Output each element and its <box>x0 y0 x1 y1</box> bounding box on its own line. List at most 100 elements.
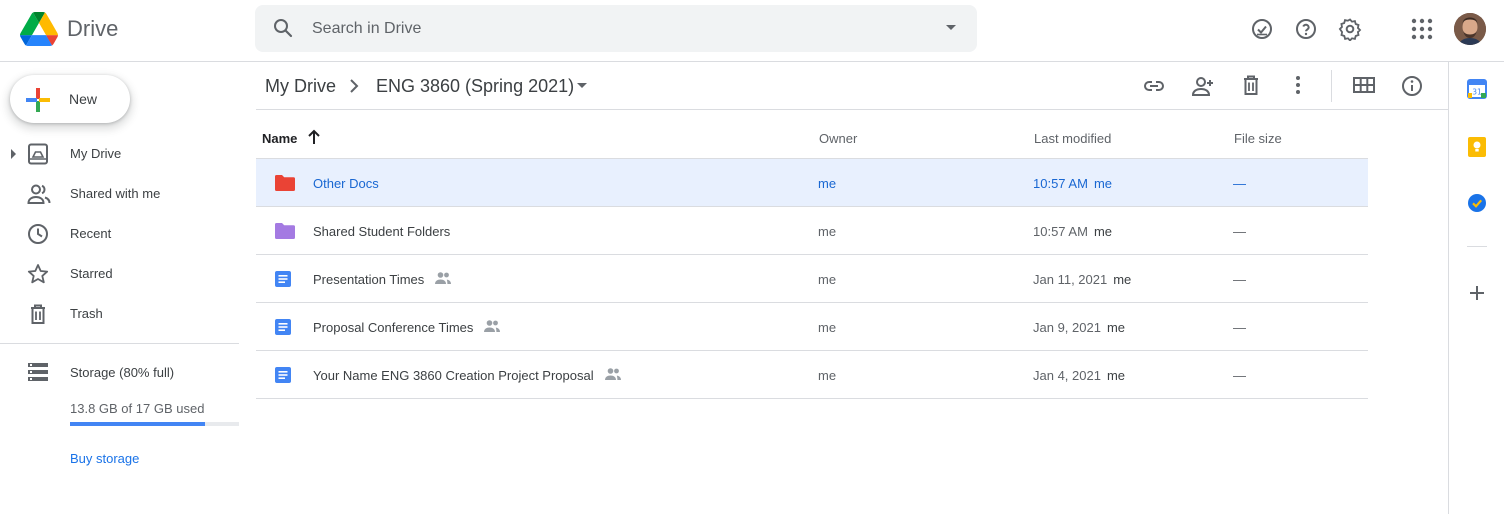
breadcrumb-my-drive[interactable]: My Drive <box>265 76 336 97</box>
people-icon <box>27 183 51 205</box>
shared-people-icon <box>483 319 501 333</box>
modified-by: me <box>1106 320 1126 335</box>
account-avatar[interactable] <box>1454 13 1486 45</box>
modified-by: me <box>1113 272 1132 287</box>
get-link-icon[interactable] <box>1142 74 1166 98</box>
shared-people-icon <box>434 271 452 285</box>
sidebar-item-label: Shared with me <box>70 186 161 201</box>
file-name: Presentation Times <box>313 272 425 287</box>
star-icon <box>27 263 49 285</box>
file-size: — <box>1233 176 1246 191</box>
modified-date: 10:57 AM <box>1033 224 1088 239</box>
modified-by: me <box>1093 224 1112 239</box>
toolbar-divider <box>1331 70 1332 102</box>
storage-progress-bar <box>70 422 239 426</box>
storage-icon <box>27 362 49 382</box>
google-docs-icon <box>274 366 292 384</box>
calendar-icon[interactable]: 31 <box>1467 79 1487 99</box>
search-bar[interactable]: Search in Drive <box>255 5 977 52</box>
expand-caret-icon[interactable] <box>11 149 16 159</box>
modified-date: Jan 11, 2021 <box>1033 272 1108 287</box>
google-docs-icon <box>274 318 292 336</box>
buy-storage-link[interactable]: Buy storage <box>70 451 139 466</box>
file-size: — <box>1233 320 1246 335</box>
tasks-icon[interactable] <box>1467 193 1487 213</box>
app-name: Drive <box>67 16 119 41</box>
column-header-name[interactable]: Name <box>262 131 297 146</box>
column-header-owner[interactable]: Owner <box>819 131 857 146</box>
trash-icon <box>27 303 49 325</box>
folder-menu-dropdown-icon[interactable] <box>576 82 588 90</box>
more-options-icon[interactable] <box>1287 74 1309 96</box>
side-panel: 31 <box>1448 62 1504 514</box>
grid-view-icon[interactable] <box>1352 74 1376 96</box>
top-header: Drive Search in Drive <box>0 0 1504 62</box>
trash-icon[interactable] <box>1240 74 1262 96</box>
new-button[interactable]: New <box>10 75 130 123</box>
folder-icon <box>274 174 296 192</box>
share-add-person-icon[interactable] <box>1191 74 1215 98</box>
file-last-modified: Jan 9, 2021 me <box>1033 320 1125 335</box>
new-button-label: New <box>69 91 98 107</box>
file-name: Your Name ENG 3860 Creation Project Prop… <box>313 368 594 383</box>
google-docs-icon <box>274 270 292 288</box>
file-name: Other Docs <box>313 176 379 191</box>
table-row[interactable]: Proposal Conference Times me Jan 9, 2021 me… <box>256 303 1368 351</box>
sidebar-item-shared-with-me[interactable]: Shared with me <box>0 174 240 214</box>
file-last-modified: 10:57 AM me <box>1033 224 1112 239</box>
file-owner: me <box>818 368 837 383</box>
sidebar-item-recent[interactable]: Recent <box>0 214 240 254</box>
help-icon[interactable] <box>1294 17 1318 41</box>
plus-icon <box>25 87 51 113</box>
modified-date: Jan 4, 2021 <box>1033 368 1101 383</box>
file-owner: me <box>818 320 837 335</box>
ready-offline-icon[interactable] <box>1250 17 1274 41</box>
file-size: — <box>1233 368 1246 383</box>
table-row[interactable]: Presentation Times me Jan 11, 2021 me — <box>256 255 1368 303</box>
search-input[interactable]: Search in Drive <box>312 20 421 38</box>
settings-gear-icon[interactable] <box>1338 17 1362 41</box>
file-last-modified: Jan 4, 2021 me <box>1033 368 1125 383</box>
storage-used-text: 13.8 GB of 17 GB used <box>70 401 205 416</box>
table-row[interactable]: Your Name ENG 3860 Creation Project Prop… <box>256 351 1368 399</box>
modified-date: 10:57 AM <box>1033 176 1088 191</box>
modified-by: me <box>1093 176 1112 191</box>
column-header-last-modified[interactable]: Last modified <box>1034 131 1111 146</box>
breadcrumb-toolbar: My Drive ENG 3860 (Spring 2021) <box>256 62 1448 110</box>
sidebar-item-label: My Drive <box>70 146 122 161</box>
modified-date: Jan 9, 2021 <box>1033 320 1101 335</box>
file-list: Name Owner Last modified File size Other… <box>256 114 1368 399</box>
sidebar-item-trash[interactable]: Trash <box>0 294 240 334</box>
keep-icon[interactable] <box>1467 136 1487 158</box>
sidebar-item-label: Trash <box>70 306 103 321</box>
add-addon-plus-icon[interactable] <box>1467 283 1487 303</box>
file-size: — <box>1233 272 1246 287</box>
chevron-right-icon <box>349 79 359 93</box>
info-icon[interactable] <box>1400 74 1424 98</box>
file-last-modified: Jan 11, 2021 me <box>1033 272 1131 287</box>
svg-text:31: 31 <box>1472 88 1482 97</box>
sort-arrow-up-icon[interactable] <box>307 129 321 145</box>
column-header-file-size[interactable]: File size <box>1234 131 1282 146</box>
storage-title[interactable]: Storage (80% full) <box>70 365 174 380</box>
file-name: Shared Student Folders <box>313 224 451 239</box>
table-row[interactable]: Other Docs me 10:57 AM me — <box>256 159 1368 207</box>
side-panel-divider <box>1467 246 1487 247</box>
drive-logo-icon <box>20 12 58 46</box>
google-apps-icon[interactable] <box>1411 18 1433 40</box>
breadcrumb-current-folder[interactable]: ENG 3860 (Spring 2021) <box>376 76 574 97</box>
modified-by: me <box>1106 368 1126 383</box>
file-size: — <box>1233 224 1246 239</box>
sidebar-item-label: Starred <box>70 266 113 281</box>
shared-people-icon <box>604 367 622 381</box>
search-icon[interactable] <box>271 16 295 40</box>
sidebar-item-label: Recent <box>70 226 112 241</box>
drive-logo[interactable]: Drive <box>20 12 118 46</box>
file-owner: me <box>818 224 837 239</box>
table-row[interactable]: Shared Student Folders me 10:57 AM me — <box>256 207 1368 255</box>
storage-progress-fill <box>70 422 206 426</box>
sidebar-item-starred[interactable]: Starred <box>0 254 240 294</box>
file-name: Proposal Conference Times <box>313 320 474 335</box>
sidebar-item-my-drive[interactable]: My Drive <box>0 134 240 174</box>
search-options-dropdown-icon[interactable] <box>945 24 957 32</box>
